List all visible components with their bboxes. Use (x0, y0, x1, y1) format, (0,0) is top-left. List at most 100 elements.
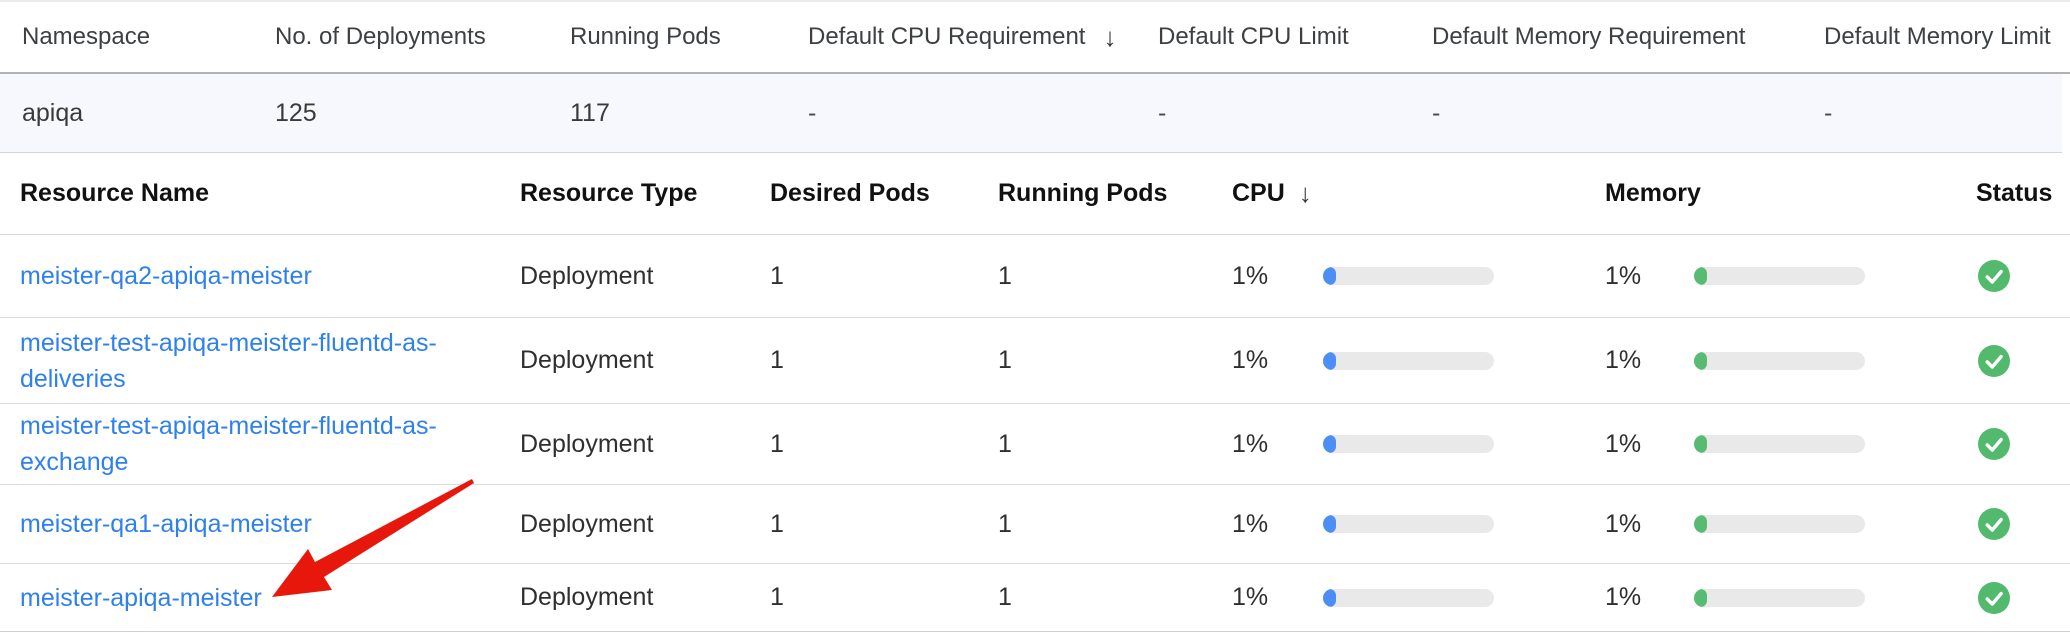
status-cell (1976, 345, 2070, 377)
mem-percent: 1% (1605, 583, 1694, 612)
sort-desc-icon[interactable]: ↓ (1299, 178, 1312, 209)
resource-link[interactable]: meister-test-apiqa-meister-fluentd-as-de… (20, 325, 472, 397)
cpu-usage: 1% (1232, 510, 1605, 539)
column-label: Memory (1605, 179, 1701, 208)
status-cell (1976, 582, 2070, 614)
mem-usage: 1% (1605, 346, 1976, 375)
resource-name-cell: meister-test-apiqa-meister-fluentd-as-de… (20, 325, 520, 397)
column-header-namespace[interactable]: Namespace (22, 23, 275, 51)
cpu-usage-fill (1323, 515, 1336, 533)
cpu-usage-bar (1323, 589, 1494, 607)
cpu-usage-fill (1323, 435, 1336, 453)
column-header-default-memory-limit[interactable]: Default Memory Limit (1824, 23, 2070, 51)
cpu-percent: 1% (1232, 583, 1323, 612)
column-label: Namespace (22, 23, 150, 51)
resource-row: meister-test-apiqa-meister-fluentd-as-ex… (0, 404, 2070, 485)
mem-usage-fill (1694, 435, 1707, 453)
mem-percent: 1% (1605, 262, 1694, 291)
mem-usage-fill (1694, 515, 1707, 533)
status-cell (1976, 260, 2070, 292)
cpu-percent: 1% (1232, 510, 1323, 539)
column-header-cpu[interactable]: CPU ↓ (1232, 178, 1605, 209)
column-header-no-of-deployments[interactable]: No. of Deployments (275, 23, 570, 51)
column-header-default-cpu-limit[interactable]: Default CPU Limit (1158, 23, 1432, 51)
resource-link[interactable]: meister-test-apiqa-meister-fluentd-as-ex… (20, 408, 472, 480)
desired-pods-value: 1 (770, 583, 998, 612)
desired-pods-value: 1 (770, 510, 998, 539)
column-header-running-pods[interactable]: Running Pods (570, 23, 808, 51)
resource-name-cell: meister-apiqa-meister (20, 580, 520, 616)
column-label: Desired Pods (770, 179, 930, 208)
column-header-status[interactable]: Status (1976, 179, 2070, 208)
resource-link[interactable]: meister-apiqa-meister (20, 580, 472, 616)
cpu-percent: 1% (1232, 262, 1323, 291)
column-label: Resource Type (520, 179, 697, 208)
cpu-percent: 1% (1232, 346, 1323, 375)
mem-usage-bar (1694, 352, 1865, 370)
namespace-cell-default-cpu-requirement: - (808, 99, 1158, 128)
mem-percent: 1% (1605, 346, 1694, 375)
namespace-cell-namespace: apiqa (22, 99, 275, 128)
cpu-percent: 1% (1232, 430, 1323, 459)
running-pods-value: 1 (998, 262, 1232, 291)
cpu-usage-fill (1323, 352, 1336, 370)
sort-desc-icon[interactable]: ↓ (1103, 22, 1116, 53)
running-pods-value: 1 (998, 510, 1232, 539)
deployments-dashboard: Namespace No. of Deployments Running Pods D… (0, 0, 2070, 632)
cpu-usage: 1% (1232, 346, 1605, 375)
resource-table-body: meister-qa2-apiqa-meisterDeployment111%1… (0, 235, 2070, 632)
column-label: Default Memory Requirement (1432, 23, 1745, 51)
resource-table-header: Resource Name Resource Type Desired Pods Ru… (0, 153, 2070, 235)
status-healthy-icon (1978, 428, 2010, 460)
namespace-cell-default-cpu-limit: - (1158, 99, 1432, 128)
resource-name-cell: meister-qa1-apiqa-meister (20, 506, 520, 542)
status-healthy-icon (1978, 582, 2010, 614)
mem-usage: 1% (1605, 510, 1976, 539)
namespace-cell-default-memory-limit: - (1824, 99, 2062, 128)
resource-link[interactable]: meister-qa1-apiqa-meister (20, 506, 472, 542)
mem-usage-bar (1694, 515, 1865, 533)
column-header-resource-name[interactable]: Resource Name (20, 179, 520, 208)
cpu-usage-bar (1323, 267, 1494, 285)
mem-percent: 1% (1605, 430, 1694, 459)
column-label: Running Pods (998, 179, 1167, 208)
running-pods-value: 1 (998, 430, 1232, 459)
column-label: CPU (1232, 179, 1285, 208)
column-header-desired-pods[interactable]: Desired Pods (770, 179, 998, 208)
resource-type: Deployment (520, 430, 770, 459)
status-healthy-icon (1978, 345, 2010, 377)
desired-pods-value: 1 (770, 262, 998, 291)
column-header-default-cpu-requirement[interactable]: Default CPU Requirement↓ (808, 22, 1158, 53)
mem-usage: 1% (1605, 430, 1976, 459)
mem-usage-bar (1694, 589, 1865, 607)
resource-row: meister-apiqa-meisterDeployment111%1% (0, 564, 2070, 632)
running-pods-value: 1 (998, 346, 1232, 375)
mem-usage-fill (1694, 352, 1707, 370)
resource-row: meister-qa1-apiqa-meisterDeployment111%1… (0, 485, 2070, 564)
column-header-resource-type[interactable]: Resource Type (520, 179, 770, 208)
namespace-cell-default-memory-requirement: - (1432, 99, 1824, 128)
status-cell (1976, 428, 2070, 460)
resource-type: Deployment (520, 583, 770, 612)
cpu-usage-bar (1323, 435, 1494, 453)
desired-pods-value: 1 (770, 430, 998, 459)
column-label: Default CPU Limit (1158, 23, 1349, 51)
resource-link[interactable]: meister-qa2-apiqa-meister (20, 258, 472, 294)
column-header-default-memory-requirement[interactable]: Default Memory Requirement (1432, 23, 1824, 51)
status-cell (1976, 508, 2070, 540)
resource-row: meister-qa2-apiqa-meisterDeployment111%1… (0, 235, 2070, 318)
column-label: Running Pods (570, 23, 721, 51)
cpu-usage-bar (1323, 515, 1494, 533)
column-header-memory[interactable]: Memory (1605, 179, 1976, 208)
cpu-usage-bar (1323, 352, 1494, 370)
resource-row: meister-test-apiqa-meister-fluentd-as-de… (0, 318, 2070, 404)
column-header-running-pods[interactable]: Running Pods (998, 179, 1232, 208)
namespace-row[interactable]: apiqa125117---- (0, 74, 2062, 153)
column-label: Resource Name (20, 179, 209, 208)
namespace-table-header: Namespace No. of Deployments Running Pods D… (0, 0, 2070, 74)
resource-name-cell: meister-test-apiqa-meister-fluentd-as-ex… (20, 408, 520, 480)
column-label: No. of Deployments (275, 23, 486, 51)
cpu-usage-fill (1323, 589, 1336, 607)
namespace-cell-deployments: 125 (275, 99, 570, 128)
namespace-cell-running-pods: 117 (570, 99, 808, 128)
